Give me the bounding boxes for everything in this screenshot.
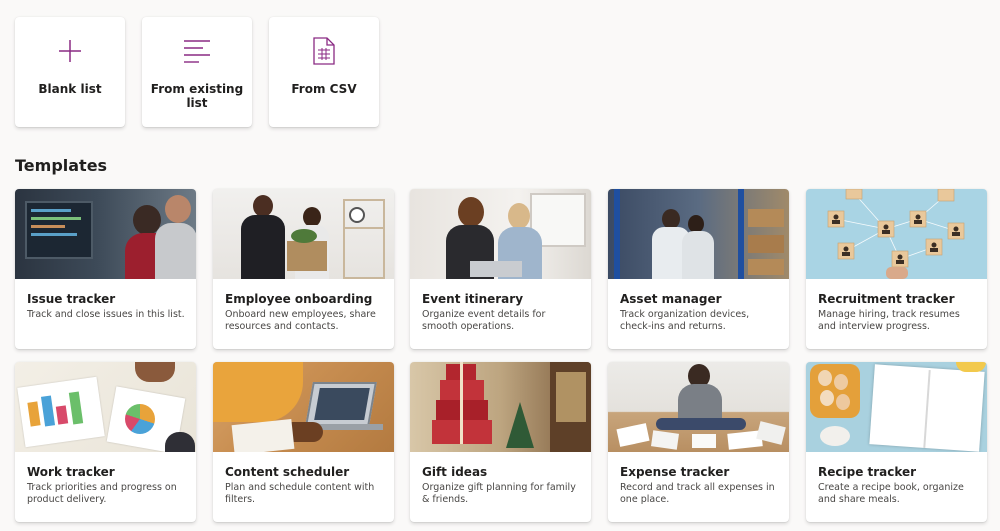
template-title: Work tracker (27, 465, 115, 479)
template-description: Track and close issues in this list. (27, 309, 185, 320)
employee-onboarding-image (213, 189, 394, 279)
asset-manager-image (608, 189, 789, 279)
template-title: Recipe tracker (818, 465, 917, 479)
recruitment-tracker-image (806, 189, 987, 279)
template-description: Organize event details for smooth operat… (422, 309, 546, 332)
template-title: Content scheduler (225, 465, 350, 479)
content-scheduler-image (213, 362, 394, 452)
template-title: Recruitment tracker (818, 292, 955, 306)
template-card-asset-manager[interactable]: Asset manager Track organization devices… (608, 189, 789, 349)
plus-icon (56, 37, 84, 65)
templates-heading: Templates (15, 156, 108, 175)
template-description: Organize gift planning for family & frie… (422, 482, 576, 505)
list-lines-icon (183, 37, 211, 65)
event-itinerary-image (410, 189, 591, 279)
template-title: Gift ideas (422, 465, 488, 479)
blank-list-label: Blank list (38, 82, 102, 96)
issue-tracker-image (15, 189, 196, 279)
template-card-content-scheduler[interactable]: Content scheduler Plan and schedule cont… (213, 362, 394, 522)
template-card-recipe-tracker[interactable]: Recipe tracker Create a recipe book, org… (806, 362, 987, 522)
template-card-expense-tracker[interactable]: Expense tracker Record and track all exp… (608, 362, 789, 522)
template-description: Track organization devices, check-ins an… (620, 309, 750, 332)
template-title: Expense tracker (620, 465, 730, 479)
template-title: Asset manager (620, 292, 722, 306)
work-tracker-image (15, 362, 196, 452)
blank-list-button[interactable]: Blank list (15, 17, 125, 127)
template-description: Manage hiring, track resumes and intervi… (818, 309, 960, 332)
template-description: Create a recipe book, organize and share… (818, 482, 964, 505)
from-csv-button[interactable]: From CSV (269, 17, 379, 127)
template-description: Track priorities and progress on product… (27, 482, 177, 505)
template-description: Onboard new employees, share resources a… (225, 309, 376, 332)
template-card-recruitment-tracker[interactable]: Recruitment tracker Manage hiring, track… (806, 189, 987, 349)
template-title: Issue tracker (27, 292, 116, 306)
gift-ideas-image (410, 362, 591, 452)
template-description: Record and track all expenses in one pla… (620, 482, 775, 505)
template-title: Employee onboarding (225, 292, 373, 306)
from-existing-list-label: From existing list (150, 82, 244, 110)
expense-tracker-image (608, 362, 789, 452)
template-card-event-itinerary[interactable]: Event itinerary Organize event details f… (410, 189, 591, 349)
from-existing-list-button[interactable]: From existing list (142, 17, 252, 127)
template-card-gift-ideas[interactable]: Gift ideas Organize gift planning for fa… (410, 362, 591, 522)
recipe-tracker-image (806, 362, 987, 452)
template-card-employee-onboarding[interactable]: Employee onboarding Onboard new employee… (213, 189, 394, 349)
template-card-work-tracker[interactable]: Work tracker Track priorities and progre… (15, 362, 196, 522)
template-title: Event itinerary (422, 292, 524, 306)
from-csv-label: From CSV (291, 82, 357, 96)
csv-file-icon (310, 37, 338, 65)
template-card-issue-tracker[interactable]: Issue tracker Track and close issues in … (15, 189, 196, 349)
template-description: Plan and schedule content with filters. (225, 482, 375, 505)
